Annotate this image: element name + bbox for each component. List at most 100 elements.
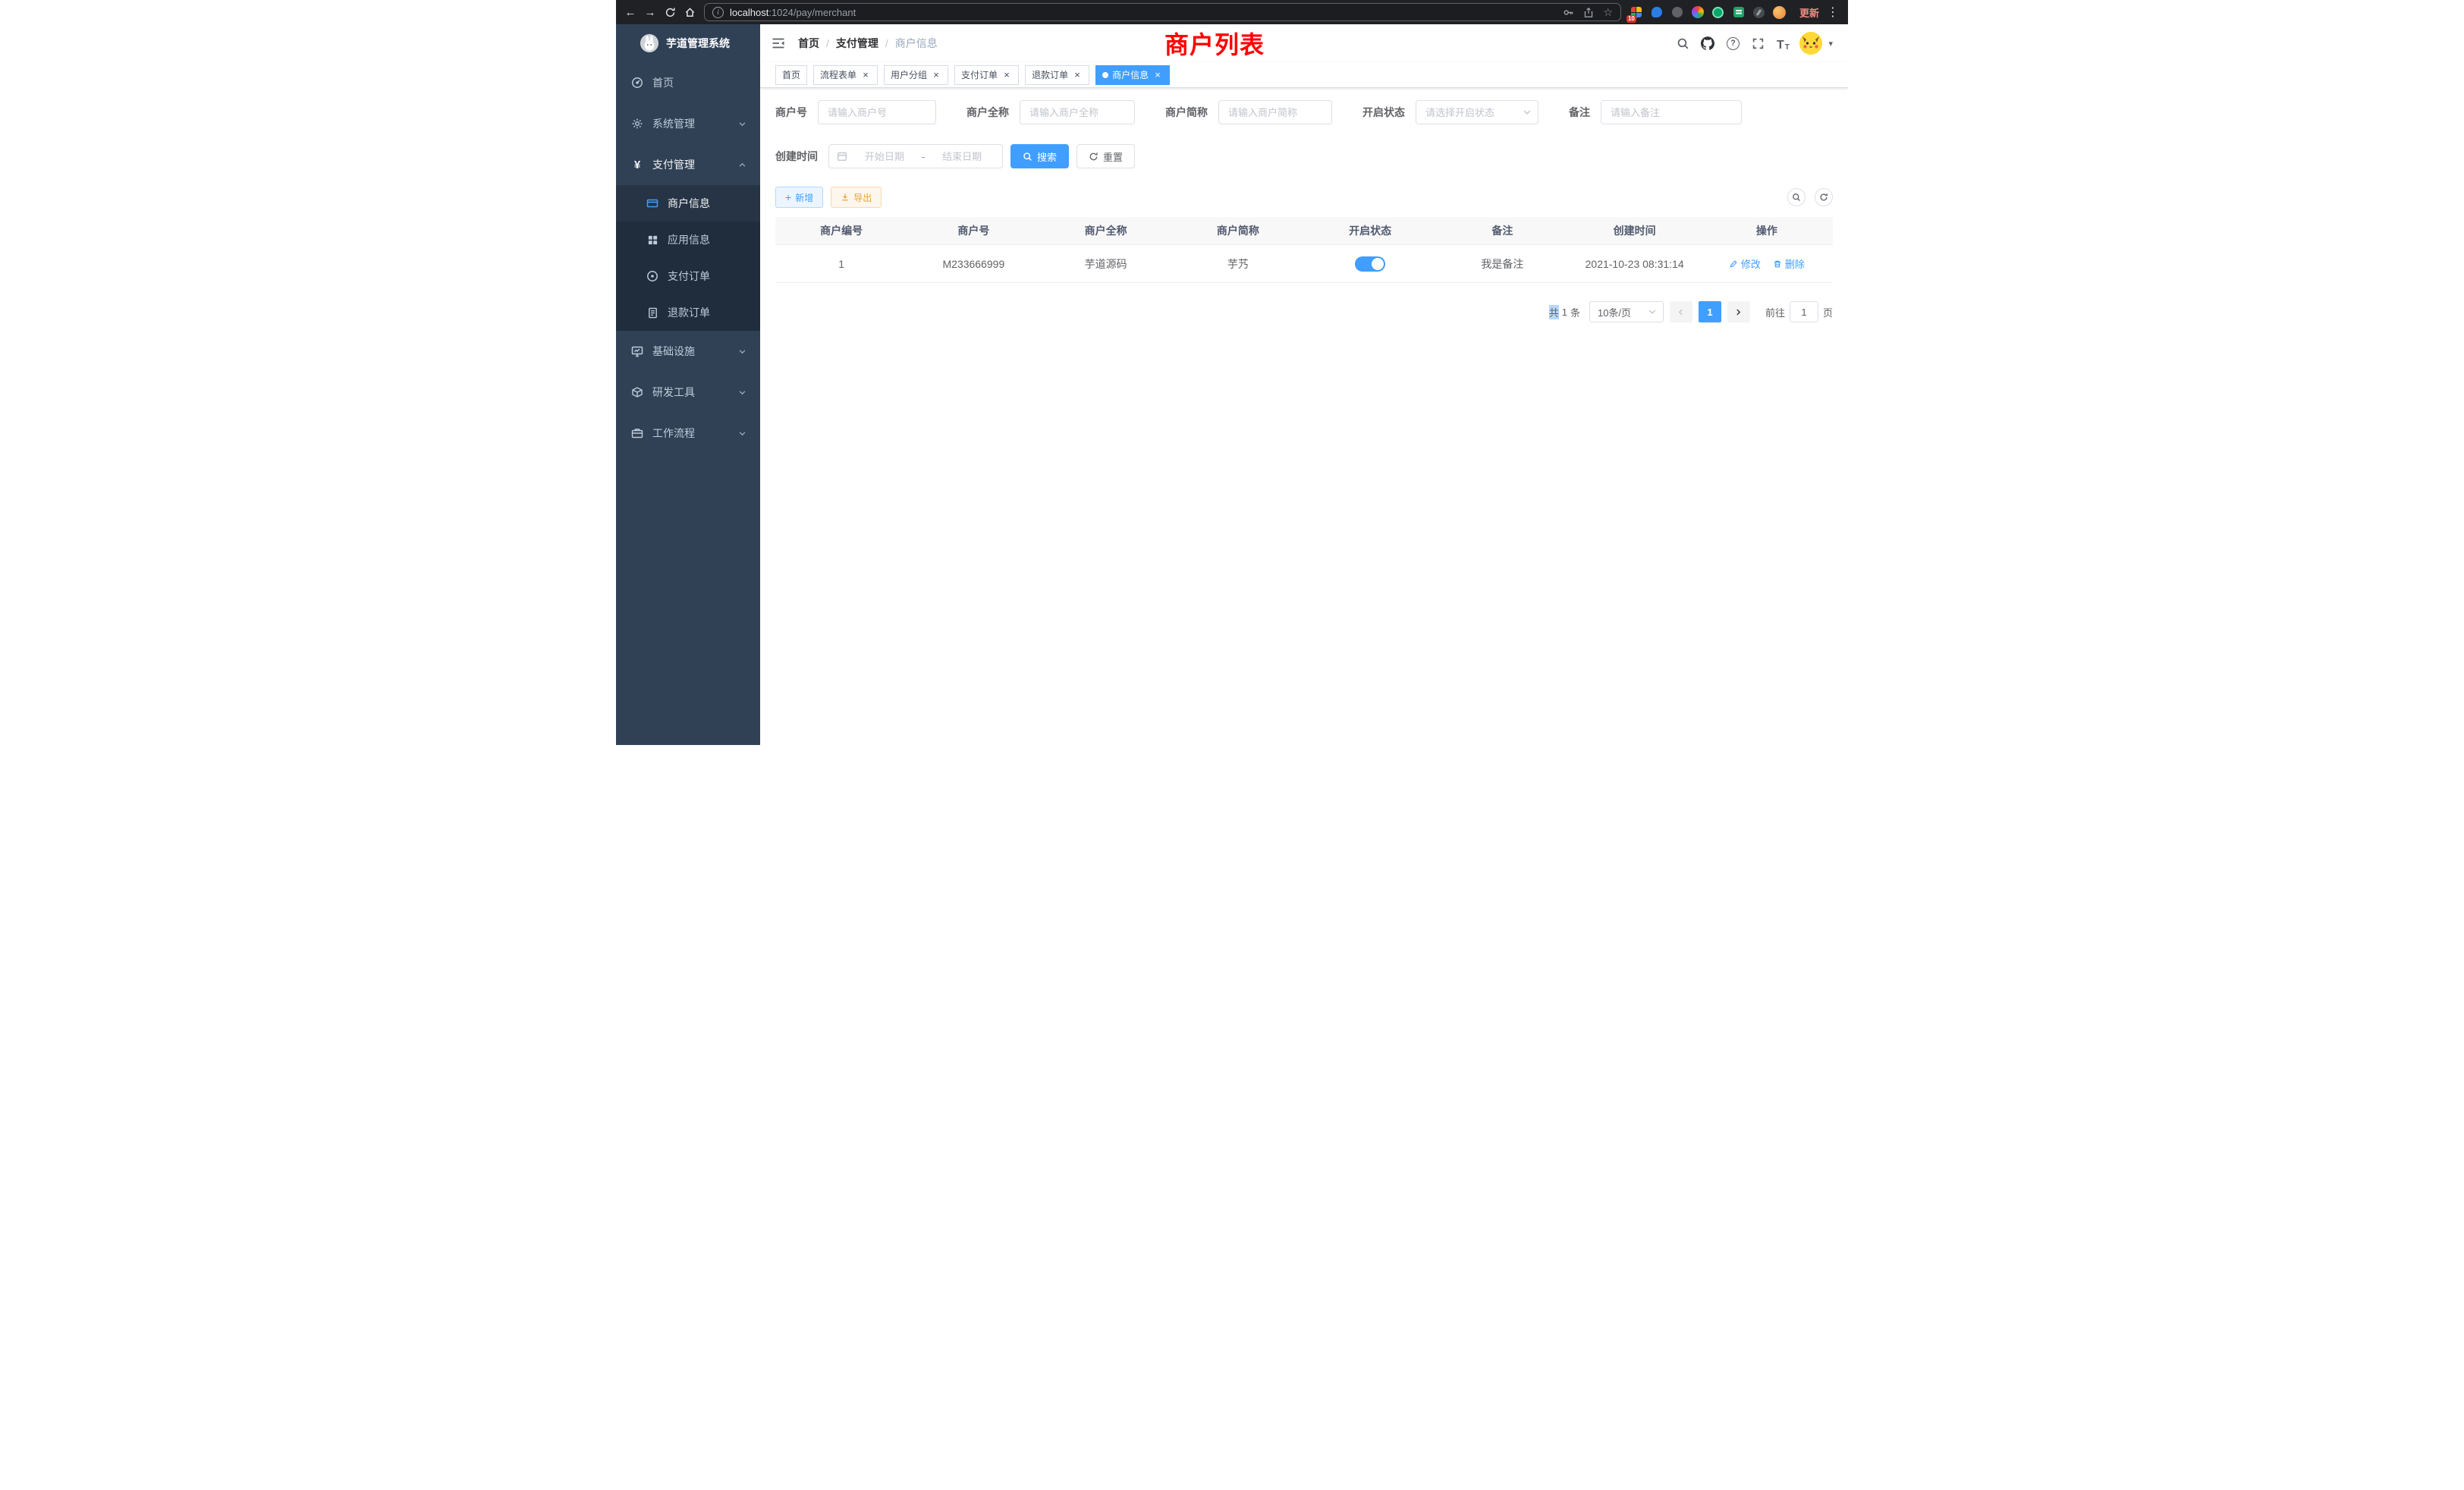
- field-label: 商户号: [775, 105, 807, 120]
- password-key-icon[interactable]: [1563, 7, 1574, 18]
- tab-grid-extension-icon[interactable]: 10: [1629, 5, 1644, 20]
- app-logo[interactable]: 芋道管理系统: [616, 24, 760, 62]
- date-end-field[interactable]: [929, 151, 995, 162]
- back-button[interactable]: ←: [621, 2, 640, 22]
- refresh-table-button[interactable]: [1815, 188, 1833, 206]
- sidebar-item-devtools[interactable]: 研发工具: [616, 372, 760, 413]
- merchant-no-input[interactable]: [818, 100, 936, 124]
- home-button[interactable]: [680, 2, 699, 22]
- tab-pay-order[interactable]: 支付订单 ×: [954, 65, 1019, 85]
- tab-home[interactable]: 首页: [775, 65, 807, 85]
- user-avatar[interactable]: [1799, 32, 1822, 55]
- green-circle-icon: [1712, 7, 1724, 18]
- browser-profile-avatar[interactable]: [1772, 5, 1787, 20]
- browser-menu-button[interactable]: ⋮: [1825, 5, 1840, 20]
- sidebar-item-merchant-info[interactable]: 商户信息: [616, 185, 760, 222]
- tab-user-group[interactable]: 用户分组 ×: [884, 65, 948, 85]
- sidebar-item-infra[interactable]: 基础设施: [616, 331, 760, 372]
- sidebar-item-home[interactable]: 首页: [616, 62, 760, 103]
- page-size-select[interactable]: 10条/页: [1589, 301, 1664, 322]
- gray-extension-icon[interactable]: [1670, 5, 1685, 20]
- goto-page-input[interactable]: [1790, 301, 1818, 322]
- delete-link[interactable]: 删除: [1773, 256, 1805, 271]
- address-bar[interactable]: i localhost:1024/pay/merchant ☆: [704, 3, 1621, 21]
- header-search-button[interactable]: [1674, 35, 1691, 52]
- close-icon[interactable]: ×: [931, 70, 941, 80]
- sidebar-item-pay-order[interactable]: 支付订单: [616, 258, 760, 294]
- drop-extension-icon[interactable]: [1649, 5, 1664, 20]
- sidebar-toggle-button[interactable]: [771, 35, 787, 52]
- add-button[interactable]: + 新增: [775, 187, 823, 208]
- navbar-actions: ? TT: [1674, 32, 1833, 55]
- font-size-button[interactable]: TT: [1774, 35, 1791, 52]
- pikachu-avatar-icon: [1799, 32, 1822, 55]
- filter-full-name: 商户全称: [966, 100, 1135, 124]
- reload-button[interactable]: [660, 2, 680, 22]
- search-button[interactable]: 搜索: [1010, 144, 1069, 168]
- bookmark-star-icon[interactable]: ☆: [1603, 7, 1613, 17]
- gray-circle-icon: [1672, 7, 1683, 17]
- status-select-field[interactable]: [1425, 107, 1518, 118]
- tab-label: 支付订单: [961, 68, 998, 81]
- page-info-icon[interactable]: i: [712, 7, 724, 18]
- field-label: 商户简称: [1165, 105, 1208, 120]
- page-size-value: 10条/页: [1598, 305, 1631, 319]
- avatar-caret-icon[interactable]: ▾: [1828, 39, 1833, 49]
- add-button-label: 新增: [795, 191, 813, 204]
- reload-icon: [665, 7, 676, 18]
- breadcrumb-home[interactable]: 首页: [798, 36, 819, 51]
- green-note-icon: [1733, 7, 1744, 17]
- share-icon[interactable]: [1583, 7, 1594, 18]
- blue-drop-icon: [1652, 7, 1662, 17]
- github-link[interactable]: [1699, 35, 1716, 52]
- sidebar-item-label: 退款订单: [668, 305, 746, 320]
- close-icon[interactable]: ×: [1152, 70, 1163, 80]
- sidebar-item-system[interactable]: 系统管理: [616, 103, 760, 144]
- sidebar-item-payment[interactable]: ¥ 支付管理: [616, 144, 760, 185]
- date-start-field[interactable]: [852, 151, 917, 162]
- pin-extension-icon[interactable]: [1752, 5, 1767, 20]
- forward-button[interactable]: →: [640, 2, 660, 22]
- remark-input[interactable]: [1601, 100, 1742, 124]
- status-toggle[interactable]: [1355, 256, 1385, 272]
- breadcrumb-separator: /: [826, 37, 829, 49]
- sidebar-item-workflow[interactable]: 工作流程: [616, 413, 760, 454]
- color-wheel-extension-icon[interactable]: [1690, 5, 1705, 20]
- green-circle-extension-icon[interactable]: [1711, 5, 1726, 20]
- prev-page-button[interactable]: [1670, 301, 1692, 322]
- page-number-button[interactable]: 1: [1699, 301, 1721, 322]
- export-button[interactable]: 导出: [831, 187, 882, 208]
- tab-label: 商户信息: [1112, 68, 1149, 81]
- tab-refund-order[interactable]: 退款订单 ×: [1025, 65, 1089, 85]
- tab-process-form[interactable]: 流程表单 ×: [813, 65, 878, 85]
- sidebar-item-refund-order[interactable]: 退款订单: [616, 294, 760, 331]
- short-name-field[interactable]: [1228, 107, 1322, 118]
- close-icon[interactable]: ×: [1001, 70, 1012, 80]
- tab-merchant-info[interactable]: 商户信息 ×: [1095, 65, 1170, 85]
- toggle-search-button[interactable]: [1787, 188, 1806, 206]
- table-header-row: 商户编号 商户号 商户全称 商户简称 开启状态 备注 创建时间 操作: [775, 217, 1833, 245]
- next-page-button[interactable]: [1727, 301, 1750, 322]
- active-dot: [1102, 72, 1108, 78]
- fullscreen-button[interactable]: [1749, 35, 1766, 52]
- close-icon[interactable]: ×: [1072, 70, 1083, 80]
- date-range-picker[interactable]: -: [828, 144, 1003, 168]
- help-button[interactable]: ?: [1724, 35, 1741, 52]
- reset-button[interactable]: 重置: [1076, 144, 1135, 168]
- remark-field[interactable]: [1611, 107, 1732, 118]
- short-name-input[interactable]: [1218, 100, 1332, 124]
- full-name-field[interactable]: [1029, 107, 1125, 118]
- merchant-no-field[interactable]: [828, 107, 926, 118]
- box-icon: [631, 386, 643, 398]
- browser-update-button[interactable]: 更新: [1793, 5, 1825, 20]
- sidebar-item-app-info[interactable]: 应用信息: [616, 222, 760, 258]
- sidebar-menu: 首页 系统管理 ¥ 支付管理: [616, 62, 760, 454]
- notes-extension-icon[interactable]: [1731, 5, 1746, 20]
- close-icon[interactable]: ×: [860, 70, 871, 80]
- chevron-right-icon: [1734, 308, 1743, 316]
- edit-link[interactable]: 修改: [1729, 256, 1761, 271]
- full-name-input[interactable]: [1020, 100, 1135, 124]
- filter-merchant-no: 商户号: [775, 100, 936, 124]
- search-icon: [1792, 193, 1801, 202]
- status-select[interactable]: [1416, 100, 1538, 124]
